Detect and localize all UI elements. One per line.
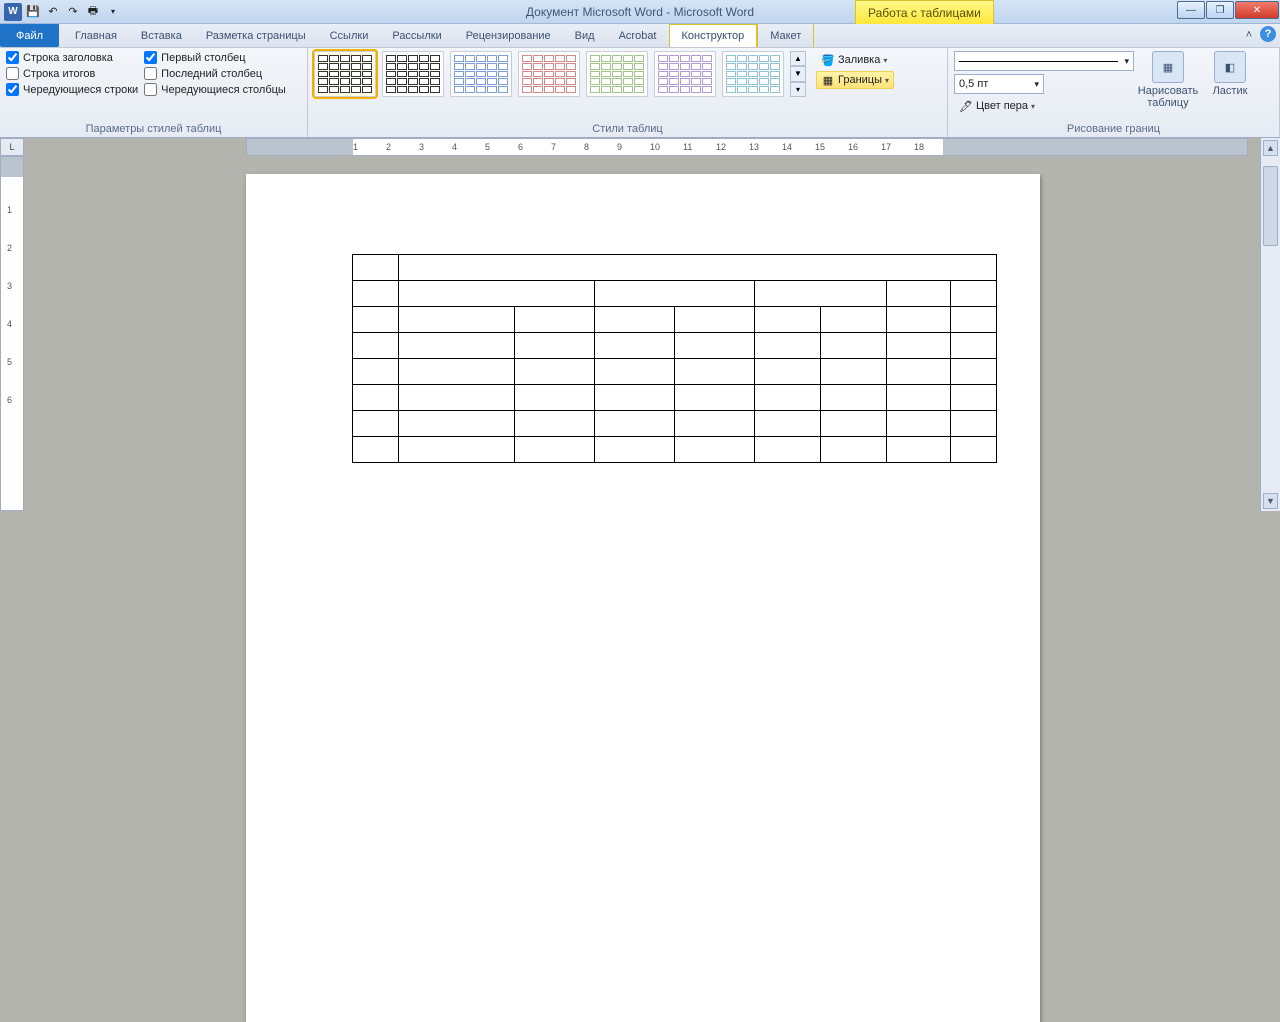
- context-tab-title: Работа с таблицами: [855, 0, 994, 24]
- window-title: Документ Microsoft Word - Microsoft Word: [526, 5, 754, 19]
- paint-bucket-icon: 🪣: [821, 53, 835, 67]
- eraser-icon: ◧: [1214, 51, 1246, 83]
- title-bar: W 💾 ↶ ↷ 🖶 ▾ Документ Microsoft Word - Mi…: [0, 0, 1280, 24]
- borders-icon: ▦: [821, 73, 835, 87]
- tab-selector-icon[interactable]: L: [0, 138, 24, 156]
- table-style-thumb[interactable]: [518, 51, 580, 97]
- chk-header-row[interactable]: Строка заголовка: [6, 51, 138, 64]
- tab-view[interactable]: Вид: [563, 24, 607, 47]
- undo-icon[interactable]: ↶: [44, 3, 62, 21]
- gallery-scroll[interactable]: ▲ ▼ ▾: [790, 51, 806, 97]
- window-buttons: — ❐ ✕: [1177, 0, 1280, 20]
- help-icon[interactable]: ?: [1260, 26, 1276, 42]
- redo-icon[interactable]: ↷: [64, 3, 82, 21]
- print-icon[interactable]: 🖶: [84, 3, 102, 21]
- tab-review[interactable]: Рецензирование: [454, 24, 563, 47]
- tab-file[interactable]: Файл: [0, 24, 59, 47]
- border-width-select[interactable]: 0,5 пт▾: [954, 74, 1044, 94]
- chevron-down-icon: ▾: [1031, 102, 1035, 111]
- draw-table-icon: ▦: [1152, 51, 1184, 83]
- quick-access-toolbar: W 💾 ↶ ↷ 🖶 ▾: [0, 3, 126, 21]
- tab-layout[interactable]: Макет: [757, 24, 814, 47]
- tab-acrobat[interactable]: Acrobat: [607, 24, 669, 47]
- restore-button[interactable]: ❐: [1206, 1, 1234, 19]
- shading-button[interactable]: 🪣 Заливка▾: [816, 51, 894, 69]
- pen-color-button[interactable]: 🖊 Цвет пера▾: [954, 97, 1134, 115]
- horizontal-ruler[interactable]: 123456789101112131415161718: [246, 138, 1248, 156]
- tab-insert[interactable]: Вставка: [129, 24, 194, 47]
- table-style-thumb[interactable]: [382, 51, 444, 97]
- table-style-gallery[interactable]: ▲ ▼ ▾: [314, 51, 806, 97]
- document-viewport: [24, 156, 1256, 511]
- scroll-down-icon[interactable]: ▼: [1263, 493, 1278, 509]
- group-label-draw-borders: Рисование границ: [954, 121, 1273, 137]
- gallery-scroll-down-icon[interactable]: ▼: [790, 66, 806, 81]
- minimize-button[interactable]: —: [1177, 1, 1205, 19]
- close-button[interactable]: ✕: [1235, 1, 1279, 19]
- chk-total-row[interactable]: Строка итогов: [6, 67, 138, 80]
- group-label-table-styles: Стили таблиц: [314, 121, 941, 137]
- tab-mailings[interactable]: Рассылки: [380, 24, 453, 47]
- page[interactable]: [246, 174, 1040, 1022]
- group-table-style-options: Строка заголовка Строка итогов Чередующи…: [0, 48, 308, 137]
- save-icon[interactable]: 💾: [24, 3, 42, 21]
- table-style-thumb[interactable]: [586, 51, 648, 97]
- document-table[interactable]: [352, 254, 997, 463]
- group-draw-borders: ▾ 0,5 пт▾ 🖊 Цвет пера▾ ▦ Нарисовать табл…: [948, 48, 1280, 137]
- group-label-style-options: Параметры стилей таблиц: [6, 121, 301, 137]
- tab-page-layout[interactable]: Разметка страницы: [194, 24, 318, 47]
- gallery-scroll-up-icon[interactable]: ▲: [790, 51, 806, 66]
- table-style-thumb[interactable]: [450, 51, 512, 97]
- vertical-scrollbar[interactable]: ▲ ▼: [1260, 138, 1280, 511]
- chk-last-column[interactable]: Последний столбец: [144, 67, 286, 80]
- vertical-ruler[interactable]: 123456: [0, 156, 24, 511]
- draw-table-button[interactable]: ▦ Нарисовать таблицу: [1140, 51, 1196, 115]
- group-table-styles: ▲ ▼ ▾ 🪣 Заливка▾ ▦ Границы▾ Стили таблиц: [308, 48, 948, 137]
- tab-home[interactable]: Главная: [63, 24, 129, 47]
- eraser-button[interactable]: ◧ Ластик: [1202, 51, 1258, 115]
- table-style-thumb[interactable]: [314, 51, 376, 97]
- chevron-down-icon: ▾: [883, 56, 887, 65]
- tab-references[interactable]: Ссылки: [318, 24, 381, 47]
- qat-dropdown-icon[interactable]: ▾: [104, 3, 122, 21]
- tab-design[interactable]: Конструктор: [669, 24, 758, 47]
- border-style-select[interactable]: ▾: [954, 51, 1134, 71]
- borders-button[interactable]: ▦ Границы▾: [816, 71, 894, 89]
- scroll-thumb[interactable]: [1263, 166, 1278, 246]
- gallery-more-icon[interactable]: ▾: [790, 82, 806, 97]
- chk-first-column[interactable]: Первый столбец: [144, 51, 286, 64]
- word-logo-icon[interactable]: W: [4, 3, 22, 21]
- chevron-down-icon: ▾: [885, 76, 889, 85]
- pen-icon: 🖊: [959, 99, 973, 113]
- table-style-thumb[interactable]: [654, 51, 716, 97]
- table-style-thumb[interactable]: [722, 51, 784, 97]
- minimize-ribbon-icon[interactable]: ˄: [1240, 26, 1258, 44]
- chk-banded-rows[interactable]: Чередующиеся строки: [6, 83, 138, 96]
- ribbon: Строка заголовка Строка итогов Чередующи…: [0, 48, 1280, 138]
- scroll-up-icon[interactable]: ▲: [1263, 140, 1278, 156]
- chk-banded-columns[interactable]: Чередующиеся столбцы: [144, 83, 286, 96]
- ribbon-tab-row: Файл Главная Вставка Разметка страницы С…: [0, 24, 1280, 48]
